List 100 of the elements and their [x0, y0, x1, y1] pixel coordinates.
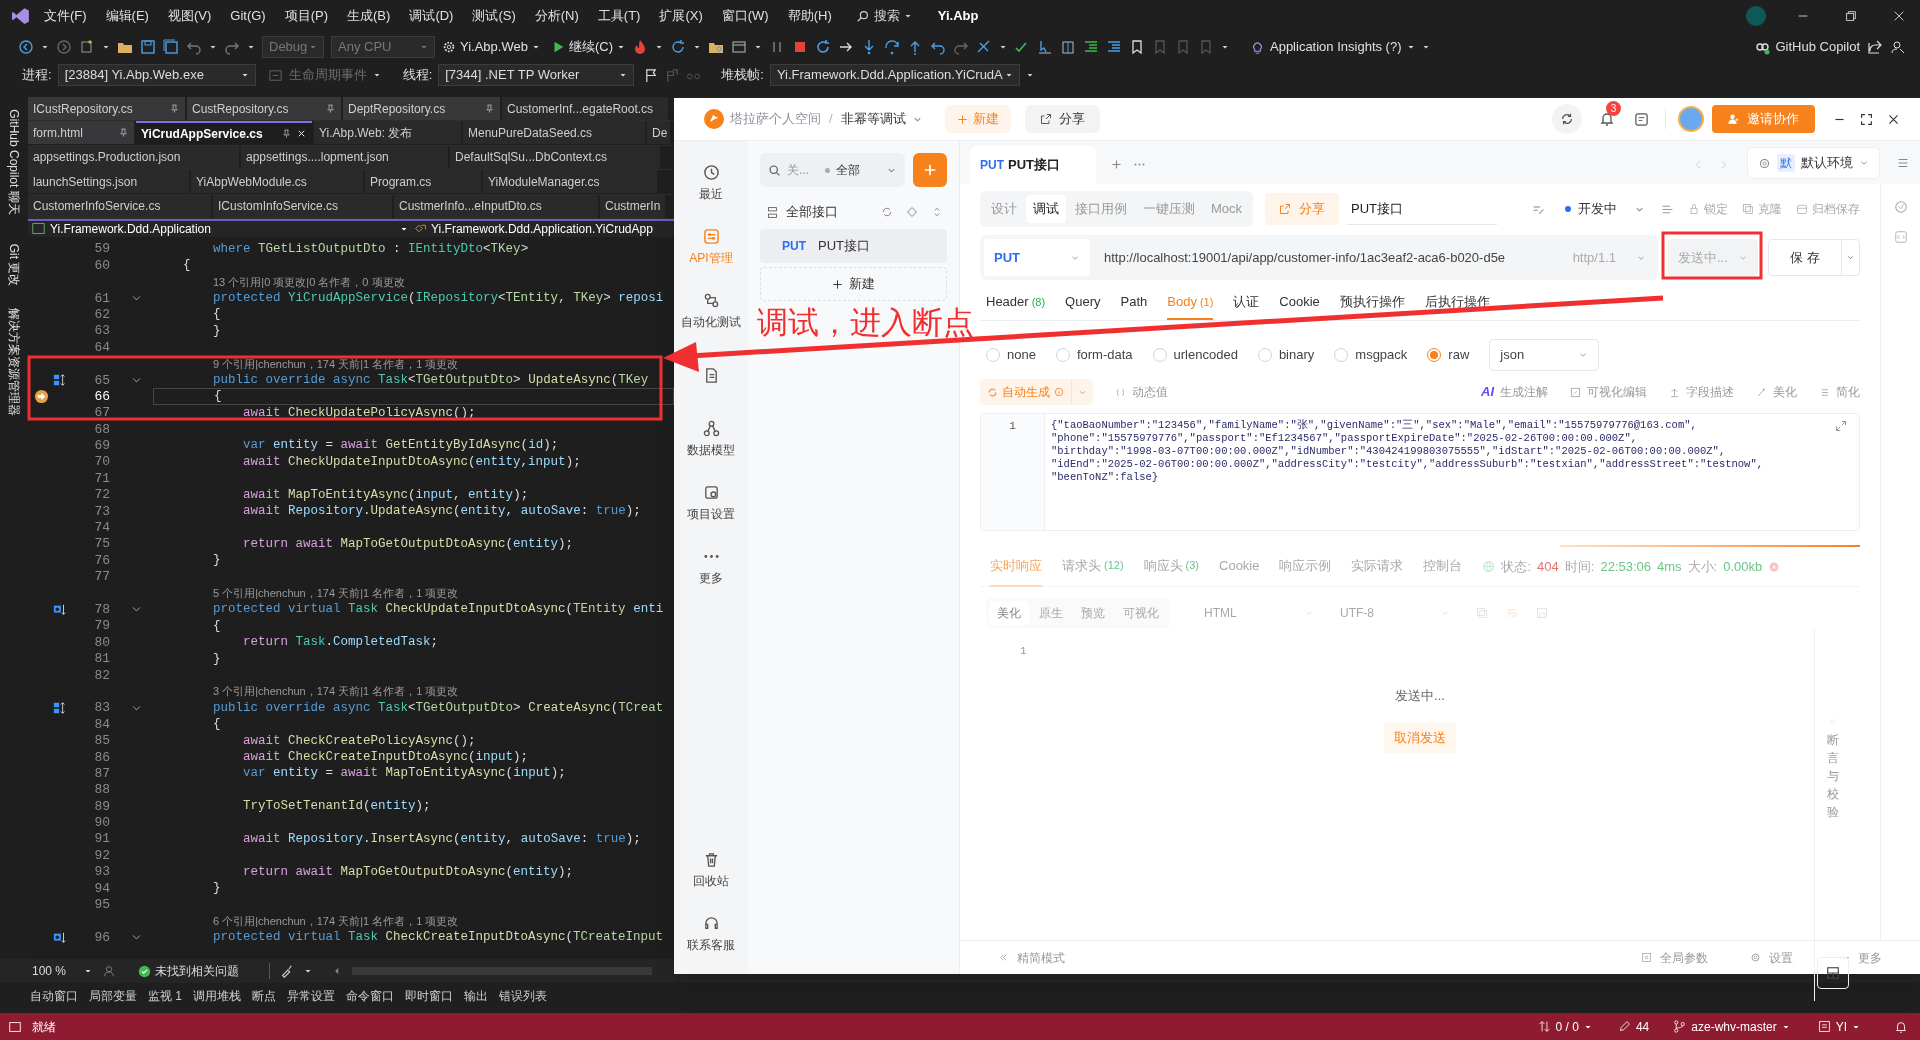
issues-status[interactable]: 未找到相关问题 [155, 962, 239, 980]
sidebar-item[interactable]: 最近 [699, 184, 723, 203]
indent-icon[interactable] [1083, 39, 1099, 55]
bell-icon[interactable] [1894, 1019, 1908, 1034]
body-type-radio[interactable]: none [986, 345, 1036, 365]
people-icon[interactable] [102, 964, 116, 978]
menu-item[interactable]: 测试(S) [472, 6, 516, 26]
pin-icon[interactable] [325, 103, 336, 114]
back-icon[interactable] [18, 39, 34, 55]
body-type-radio[interactable]: form-data [1055, 345, 1133, 365]
settings-icon[interactable] [702, 483, 720, 501]
status-dropdown[interactable]: 开发中 [1565, 199, 1645, 219]
document-tab[interactable]: CustomerInf...egateRoot.cs [502, 97, 668, 120]
document-tab[interactable]: CustomerInfoService.cs [28, 194, 211, 218]
restart-icon[interactable] [815, 39, 831, 55]
menu-item[interactable]: 文件(F) [44, 6, 87, 26]
tool-window-tab[interactable]: 调用堆栈 [193, 986, 241, 1005]
document-tab[interactable]: appsettings.Production.json [28, 145, 239, 169]
search-field[interactable]: 关... 全部 [760, 153, 905, 187]
menu-item[interactable]: 编辑(E) [105, 6, 149, 26]
tool-window-tab[interactable]: 断点 [252, 986, 276, 1005]
document-tab[interactable]: ICustRepository.cs [28, 97, 185, 120]
document-tab[interactable]: DefaultSqlSu...DbContext.cs [450, 145, 660, 169]
sync-button[interactable] [1552, 104, 1582, 134]
request-section-tab[interactable]: Query [1065, 286, 1101, 320]
flags-icon[interactable] [665, 67, 681, 83]
request-tab[interactable]: PUT PUT接口 [970, 146, 1096, 184]
menu-item[interactable]: 扩展(X) [659, 6, 703, 26]
document-tab[interactable]: MenuPureDataSeed.cs [463, 121, 645, 145]
sidebar-item[interactable]: 自动化测试 [681, 312, 741, 331]
expand-icon[interactable] [1835, 420, 1847, 432]
user-avatar[interactable] [1678, 106, 1704, 132]
startup-project-button[interactable]: Yi.Abp.Web [442, 37, 540, 57]
tool-window-tab[interactable]: 命令窗口 [346, 986, 394, 1005]
save-all-icon[interactable] [163, 39, 179, 55]
overridden-icon[interactable] [53, 930, 67, 945]
share-icon[interactable] [1867, 39, 1883, 55]
close-icon[interactable] [1892, 9, 1906, 23]
document-tab[interactable]: YiAbpWebModule.cs [191, 170, 363, 194]
pin-icon[interactable] [118, 127, 129, 139]
document-tab[interactable]: De [647, 121, 670, 145]
pin-icon[interactable] [169, 103, 180, 114]
body-type-radio[interactable]: msgpack [1334, 345, 1408, 365]
outdent-icon[interactable] [1106, 39, 1122, 55]
notes-icon[interactable] [1634, 111, 1649, 127]
tree-root[interactable]: 全部接口 [786, 202, 874, 222]
continue-button[interactable]: 继续(C) [550, 37, 625, 57]
document-tab[interactable]: CustRepository.cs [187, 97, 341, 120]
menu-item[interactable]: 分析(N) [534, 6, 579, 26]
tool-window-tab[interactable]: 局部变量 [89, 986, 137, 1005]
format-dropdown[interactable]: json [1489, 339, 1600, 371]
check-circle-icon[interactable] [1893, 200, 1908, 214]
hot-reload-icon[interactable] [976, 39, 992, 55]
sidebar-item[interactable]: 项目设置 [687, 504, 735, 523]
menu-item[interactable]: 帮助(H) [787, 6, 832, 26]
tool-window-tab[interactable]: 输出 [464, 986, 488, 1005]
branch-status[interactable]: aze-whv-master [1673, 1017, 1790, 1036]
stack-frame-dropdown[interactable]: Yi.Framework.Ddd.Application.YiCrudA [769, 64, 1020, 86]
menu-item[interactable]: 视图(V) [167, 6, 212, 26]
environment-dropdown[interactable]: 默 默认环境 [1747, 147, 1880, 179]
menu-item[interactable]: Git(G) [230, 6, 266, 26]
member-dropdown[interactable]: Yi.Framework.Ddd.Application.YiCrudApp [414, 220, 653, 237]
document-tab[interactable]: DeptRepository.cs [343, 97, 500, 120]
sidebar-item[interactable]: 数据模型 [687, 440, 735, 459]
clock-icon[interactable] [702, 163, 720, 181]
request-section-tab[interactable]: Cookie [1279, 286, 1320, 320]
flame-icon[interactable] [632, 39, 648, 55]
project-dropdown[interactable]: Yi.Framework.Ddd.Application [28, 220, 408, 237]
endpoint-name-field[interactable]: PUT接口 [1347, 193, 1498, 225]
tool-window-tab[interactable]: 监视 1 [148, 986, 182, 1005]
request-section-tab[interactable]: Path [1120, 286, 1148, 320]
tool-window-tab[interactable]: 自动窗口 [30, 986, 78, 1005]
menu-item[interactable]: 调试(D) [409, 6, 454, 26]
sync-icon[interactable] [881, 206, 893, 218]
changes-status[interactable]: 0 / 0 [1537, 1017, 1592, 1036]
side-panel-tab[interactable]: 解决方案资源管理器 [5, 308, 23, 416]
document-tab[interactable]: YiModuleManager.cs [483, 170, 657, 194]
document-tab[interactable]: CustmerInfo...eInputDto.cs [394, 194, 598, 218]
check-circle-icon[interactable] [138, 964, 151, 978]
document-tab[interactable]: Program.cs [365, 170, 481, 194]
menu-item[interactable]: 工具(T) [597, 6, 641, 26]
nodes-icon[interactable] [702, 419, 720, 437]
request-section-tab[interactable]: 认证 [1233, 286, 1260, 320]
columns-icon[interactable] [1060, 39, 1076, 55]
output-icon[interactable] [8, 1019, 22, 1034]
sliders-icon[interactable] [702, 227, 720, 245]
tool-window-tab[interactable]: 错误列表 [499, 986, 547, 1005]
body-type-radio[interactable]: raw [1427, 345, 1470, 365]
feedback-icon[interactable] [1890, 39, 1906, 55]
save-icon[interactable] [140, 39, 156, 55]
side-panel-tab[interactable]: GitHub Copilot 聊天 [5, 109, 23, 215]
search-button[interactable]: 搜索 [873, 6, 900, 26]
share-button[interactable]: 分享 [1024, 105, 1100, 133]
zoom-dropdown[interactable]: 100 % [32, 962, 92, 980]
sidebar-item[interactable]: 联系客服 [687, 935, 735, 954]
side-panel-tab[interactable]: Git 更改 [5, 243, 23, 287]
pin-icon[interactable] [281, 128, 292, 140]
forward-icon[interactable] [56, 39, 72, 55]
refresh-icon[interactable] [670, 39, 686, 55]
menu-item[interactable]: 生成(B) [347, 6, 391, 26]
